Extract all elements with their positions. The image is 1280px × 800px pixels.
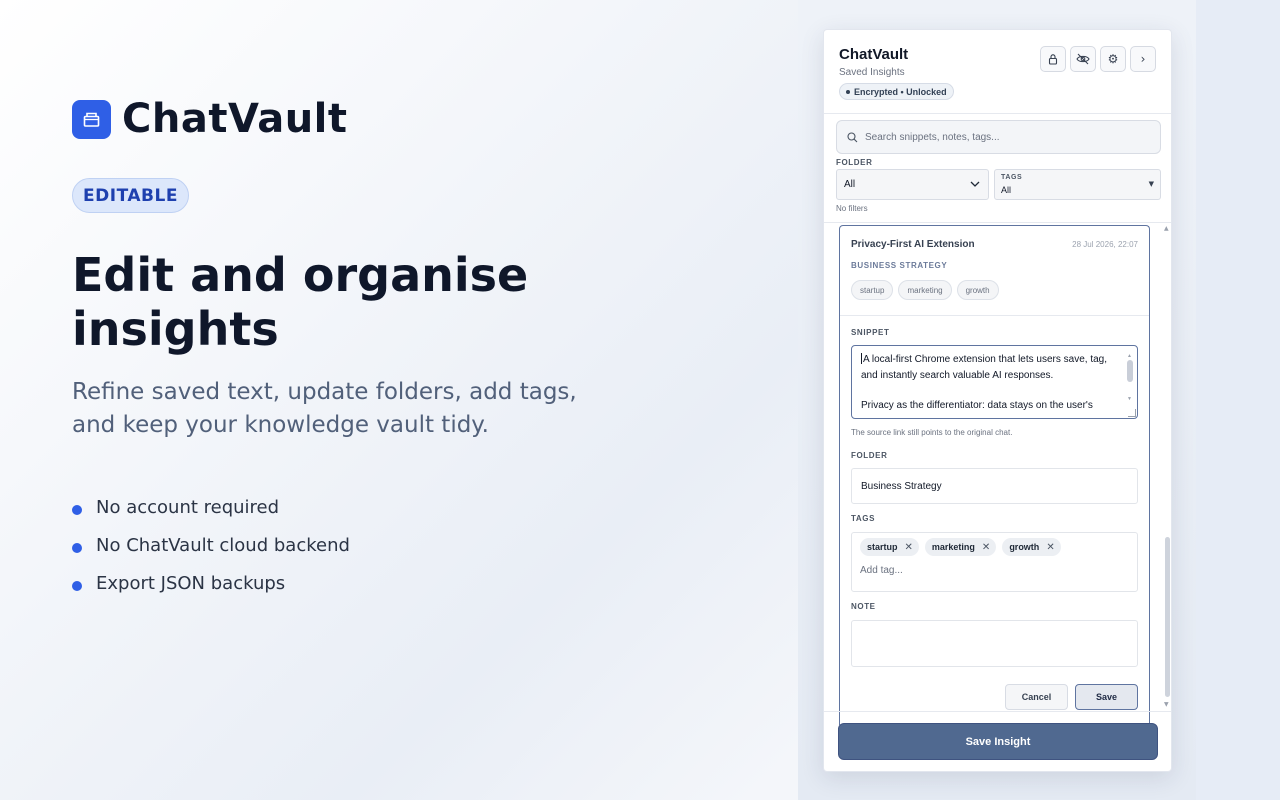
eye-off-icon [1076, 53, 1090, 65]
brand-name: ChatVault [122, 96, 348, 142]
insight-date: 28 Jul 2026, 22:07 [1072, 240, 1138, 249]
snippet-hint: The source link still points to the orig… [851, 428, 1013, 437]
headline: Edit and organise insights [72, 248, 529, 356]
editable-badge: EDITABLE [72, 178, 189, 213]
insight-tags: startup marketing growth [851, 280, 1004, 300]
chevron-right-icon: › [1140, 52, 1146, 66]
search-icon [847, 131, 858, 142]
insight-tag[interactable]: startup [851, 280, 894, 300]
tag-chips: startup ✕ marketing ✕ growth ✕ [860, 538, 1067, 556]
snippet-line: A local-first Chrome extension that lets… [861, 353, 1107, 365]
gear-icon: ⚙ [1107, 52, 1119, 66]
page-edge-backdrop [1196, 0, 1280, 800]
insight-tag[interactable]: growth [956, 280, 999, 300]
insight-card-header[interactable]: Privacy-First AI Extension 28 Jul 2026, … [840, 226, 1149, 316]
insight-title: Privacy-First AI Extension [851, 239, 975, 250]
remove-tag-icon[interactable]: ✕ [982, 542, 990, 553]
text-caret [861, 353, 862, 364]
panel-subtitle: Saved Insights [839, 67, 905, 78]
folder-filter-select[interactable]: All [836, 169, 989, 200]
scroll-down-icon[interactable]: ▼ [1164, 701, 1169, 708]
dropdown-triangle-icon: ▼ [1148, 180, 1154, 188]
vault-logo-icon [72, 99, 111, 139]
hide-content-button[interactable] [1070, 46, 1096, 72]
settings-button[interactable]: ⚙ [1100, 46, 1126, 72]
brand: ChatVault [72, 96, 348, 142]
insight-tag[interactable]: marketing [898, 280, 952, 300]
status-dot-icon [846, 89, 850, 94]
list-scrollbar[interactable]: ▲ ▼ [1163, 225, 1171, 711]
feature-item: No ChatVault cloud backend [72, 526, 350, 564]
chevron-down-icon [970, 181, 980, 187]
subheadline: Refine saved text, update folders, add t… [72, 379, 577, 438]
panel-title: ChatVault [839, 46, 909, 63]
collapse-panel-button[interactable]: › [1130, 46, 1156, 72]
save-insight-button[interactable]: Save Insight [838, 723, 1158, 760]
tags-filter-value: All [1001, 185, 1012, 195]
snippet-label: SNIPPET [851, 328, 890, 337]
search-input[interactable] [865, 131, 1145, 143]
bullet-dot-icon [72, 581, 82, 591]
folder-field[interactable]: Business Strategy [851, 468, 1138, 504]
panel-header: ChatVault Saved Insights Encrypted • Unl… [824, 30, 1171, 114]
snippet-textarea[interactable]: A local-first Chrome extension that lets… [851, 345, 1138, 419]
add-tag-input[interactable] [860, 565, 1060, 576]
lock-button[interactable] [1040, 46, 1066, 72]
tags-filter-select[interactable]: TAGS All ▼ [994, 169, 1161, 200]
divider [824, 711, 1171, 712]
folder-filter-label: FOLDER [836, 158, 873, 167]
feature-text: No account required [96, 496, 280, 518]
remove-tag-icon[interactable]: ✕ [1046, 542, 1054, 553]
tag-chip: startup ✕ [860, 538, 919, 556]
snippet-line: Privacy as the differentiator: data stay… [861, 400, 1093, 411]
status-badge: Encrypted • Unlocked [839, 83, 954, 100]
status-text: Encrypted • Unlocked [854, 86, 947, 97]
tags-filter-label: TAGS [1001, 174, 1023, 181]
scrollbar-thumb[interactable] [1127, 360, 1133, 382]
bullet-dot-icon [72, 505, 82, 515]
scrollbar-thumb[interactable] [1165, 537, 1170, 697]
scroll-down-icon[interactable]: ▼ [1127, 391, 1132, 407]
tags-label: TAGS [851, 514, 876, 523]
note-label: NOTE [851, 602, 876, 611]
feature-text: No ChatVault cloud backend [96, 534, 350, 556]
bullet-dot-icon [72, 543, 82, 553]
search-field[interactable] [836, 120, 1161, 154]
save-button[interactable]: Save [1075, 684, 1138, 710]
note-textarea[interactable] [851, 620, 1138, 667]
tags-editor[interactable]: startup ✕ marketing ✕ growth ✕ [851, 532, 1138, 592]
extension-panel: ChatVault Saved Insights Encrypted • Unl… [823, 29, 1172, 772]
resize-handle-icon[interactable] [1128, 409, 1136, 417]
folder-filter-value: All [844, 179, 856, 190]
feature-item: No account required [72, 488, 350, 526]
divider [824, 222, 1171, 223]
tag-chip: growth ✕ [1002, 538, 1061, 556]
cancel-button[interactable]: Cancel [1005, 684, 1068, 710]
insight-card: Privacy-First AI Extension 28 Jul 2026, … [839, 225, 1150, 725]
feature-item: Export JSON backups [72, 564, 350, 602]
feature-text: Export JSON backups [96, 572, 286, 594]
remove-tag-icon[interactable]: ✕ [905, 542, 913, 553]
snippet-line: and instantly search valuable AI respons… [861, 370, 1054, 381]
lock-icon [1048, 54, 1058, 65]
filter-summary: No filters [836, 204, 868, 213]
tag-chip: marketing ✕ [924, 538, 997, 556]
folder-label: FOLDER [851, 451, 888, 460]
snippet-scrollbar[interactable]: ▲ ▼ [1126, 348, 1135, 414]
scroll-up-icon[interactable]: ▲ [1164, 225, 1169, 232]
feature-list: No account required No ChatVault cloud b… [72, 488, 350, 602]
insight-folder: BUSINESS STRATEGY [851, 261, 948, 270]
